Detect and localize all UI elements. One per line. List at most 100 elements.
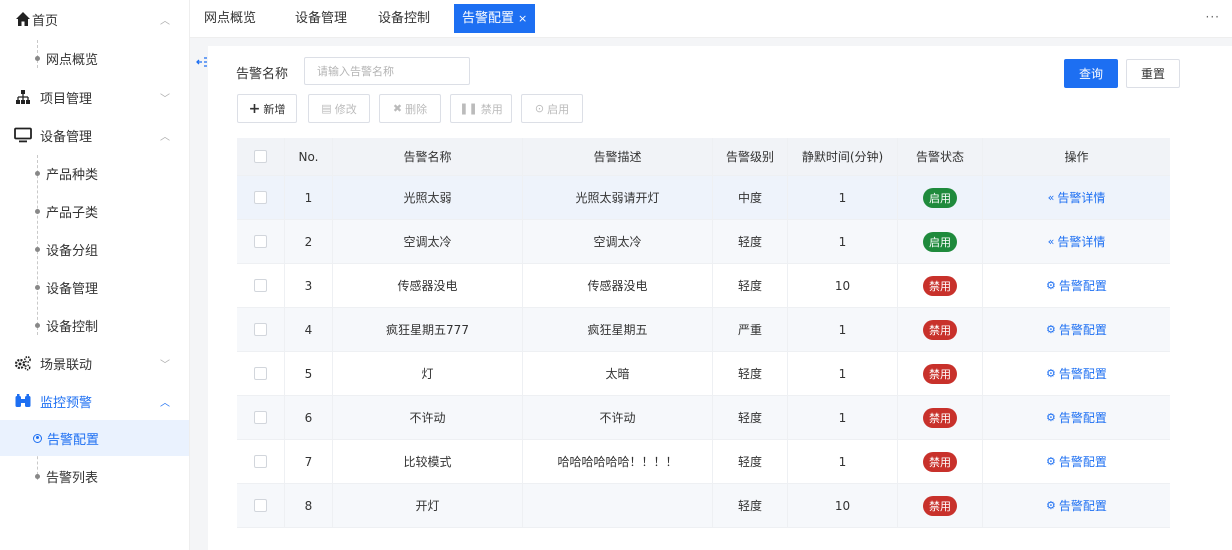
alert-config-link[interactable]: ⚙ 告警配置	[1046, 409, 1107, 426]
delete-button[interactable]: ✖ 删除	[379, 94, 441, 123]
row-checkbox[interactable]	[254, 191, 267, 204]
row-checkbox[interactable]	[254, 323, 267, 336]
cell-alert-level: 轻度	[713, 352, 788, 395]
add-button[interactable]: + 新增	[237, 94, 297, 123]
cell-alert-description: 疯狂星期五	[523, 308, 713, 351]
sidebar-item-product-category[interactable]: 产品种类	[0, 155, 189, 191]
cell-alert-status: 启用	[898, 220, 983, 263]
table-row[interactable]: 1 光照太弱 光照太弱请开灯 中度 1 启用 «告警详情	[237, 176, 1170, 220]
cell-alert-description: 传感器没电	[523, 264, 713, 307]
alert-detail-link[interactable]: «告警详情	[1048, 233, 1106, 250]
enable-button[interactable]: ⊙ 启用	[521, 94, 583, 123]
cell-silence-time: 1	[788, 352, 898, 395]
gears-icon: ⚙	[1046, 367, 1056, 380]
sidebar-item-device-control[interactable]: 设备控制	[0, 307, 189, 343]
header-no[interactable]: No.	[285, 138, 333, 175]
sidebar-item-device-group[interactable]: 设备分组	[0, 231, 189, 267]
sidebar-item-product-subcategory[interactable]: 产品子类	[0, 193, 189, 229]
alert-config-link[interactable]: ⚙ 告警配置	[1046, 277, 1107, 294]
table-row[interactable]: 2 空调太冷 空调太冷 轻度 1 启用 «告警详情	[237, 220, 1170, 264]
delete-icon: ✖	[392, 102, 403, 115]
status-badge[interactable]: 禁用	[923, 407, 957, 428]
edit-button[interactable]: ▤ 修改	[308, 94, 370, 123]
alert-name-search-input[interactable]	[304, 57, 470, 85]
disable-label: 禁用	[480, 102, 503, 116]
cell-silence-time: 1	[788, 176, 898, 219]
gears-icon: ⚙	[1046, 323, 1056, 336]
sidebar-item-alert-list[interactable]: 告警列表	[0, 458, 189, 494]
header-alert-level[interactable]: 告警级别	[713, 138, 788, 175]
row-select-cell	[237, 176, 285, 219]
cell-operation: ⚙ 告警配置	[983, 352, 1170, 395]
alert-config-link[interactable]: ⚙ 告警配置	[1046, 321, 1107, 338]
collapse-sidebar-icon[interactable]	[196, 56, 208, 71]
row-checkbox[interactable]	[254, 235, 267, 248]
radio-dot-icon	[33, 433, 42, 443]
cell-alert-status: 禁用	[898, 396, 983, 439]
header-silence-time[interactable]: 静默时间(分钟)	[788, 138, 898, 175]
sidebar-item-monitoring-alert[interactable]: 监控预警 ︿	[0, 382, 189, 420]
sidebar-item-label: 设备分组	[46, 243, 99, 259]
tab-device-management[interactable]: 设备管理	[287, 4, 355, 33]
status-badge[interactable]: 禁用	[923, 363, 957, 384]
sidebar-item-home[interactable]: 首页 ︿	[0, 0, 189, 38]
bullet-dot	[35, 322, 40, 328]
alert-config-link[interactable]: ⚙ 告警配置	[1046, 365, 1107, 382]
sidebar-item-site-overview[interactable]: 网点概览	[0, 40, 189, 76]
sidebar-item-project-management[interactable]: 项目管理 ﹀	[0, 78, 189, 116]
alert-config-link[interactable]: ⚙ 告警配置	[1046, 497, 1107, 514]
query-button[interactable]: 查询	[1064, 59, 1118, 88]
table-row[interactable]: 7 比较模式 哈哈哈哈哈哈！！！！ 轻度 1 禁用 ⚙ 告警配置	[237, 440, 1170, 484]
cell-alert-name: 疯狂星期五777	[333, 308, 523, 351]
play-circle-icon: ⊙	[534, 102, 545, 115]
home-icon	[14, 10, 32, 28]
table-row[interactable]: 3 传感器没电 传感器没电 轻度 10 禁用 ⚙ 告警配置	[237, 264, 1170, 308]
tab-site-overview[interactable]: 网点概览	[196, 4, 264, 33]
cell-alert-name: 比较模式	[333, 440, 523, 483]
table-row[interactable]: 5 灯太暗 轻度 1 禁用 ⚙ 告警配置	[237, 352, 1170, 396]
table-row[interactable]: 6 不许动 不许动 轻度 1 禁用 ⚙ 告警配置	[237, 396, 1170, 440]
sidebar-item-alert-config[interactable]: 告警配置	[0, 420, 189, 456]
row-checkbox[interactable]	[254, 279, 267, 292]
tab-alert-config[interactable]: 告警配置 ×	[454, 4, 536, 33]
header-alert-name[interactable]: 告警名称	[333, 138, 523, 175]
disable-button[interactable]: ❚❚ 禁用	[450, 94, 512, 123]
row-checkbox[interactable]	[254, 499, 267, 512]
cell-no: 5	[285, 352, 333, 395]
header-alert-description[interactable]: 告警描述	[523, 138, 713, 175]
chevron-up-icon: ︿	[160, 397, 170, 409]
more-icon[interactable]: ···	[1206, 10, 1220, 24]
bullet-dot	[35, 284, 40, 290]
row-checkbox[interactable]	[254, 455, 267, 468]
table-row[interactable]: 8 开灯 轻度 10 禁用 ⚙ 告警配置	[237, 484, 1170, 528]
row-select-cell	[237, 308, 285, 351]
status-badge[interactable]: 禁用	[923, 275, 957, 296]
table-row[interactable]: 4 疯狂星期五777 疯狂星期五 严重 1 禁用 ⚙ 告警配置	[237, 308, 1170, 352]
row-checkbox[interactable]	[254, 367, 267, 380]
select-all-checkbox[interactable]	[254, 150, 267, 163]
cell-alert-description: 空调太冷	[523, 220, 713, 263]
alert-config-link[interactable]: ⚙ 告警配置	[1046, 453, 1107, 470]
header-alert-status[interactable]: 告警状态	[898, 138, 983, 175]
sidebar-item-device-manage[interactable]: 设备管理	[0, 269, 189, 305]
cell-silence-time: 1	[788, 396, 898, 439]
monitor-icon	[14, 126, 32, 144]
sidebar-item-device-management[interactable]: 设备管理 ︿	[0, 116, 189, 154]
sidebar-item-scene-linkage[interactable]: 场景联动 ﹀	[0, 344, 189, 382]
reset-button[interactable]: 重置	[1126, 59, 1180, 88]
status-badge[interactable]: 禁用	[923, 495, 957, 516]
cell-alert-name: 空调太冷	[333, 220, 523, 263]
status-badge[interactable]: 启用	[923, 231, 957, 252]
status-badge[interactable]: 禁用	[923, 319, 957, 340]
tab-device-control[interactable]: 设备控制	[370, 4, 438, 33]
row-select-cell	[237, 352, 285, 395]
cell-operation: «告警详情	[983, 220, 1170, 263]
sidebar-item-label: 产品子类	[46, 205, 99, 221]
status-badge[interactable]: 启用	[923, 187, 957, 208]
alert-detail-link[interactable]: «告警详情	[1048, 189, 1106, 206]
close-icon[interactable]: ×	[518, 12, 527, 25]
tab-label: 告警配置	[462, 11, 515, 26]
cell-alert-level: 轻度	[713, 396, 788, 439]
row-checkbox[interactable]	[254, 411, 267, 424]
status-badge[interactable]: 禁用	[923, 451, 957, 472]
